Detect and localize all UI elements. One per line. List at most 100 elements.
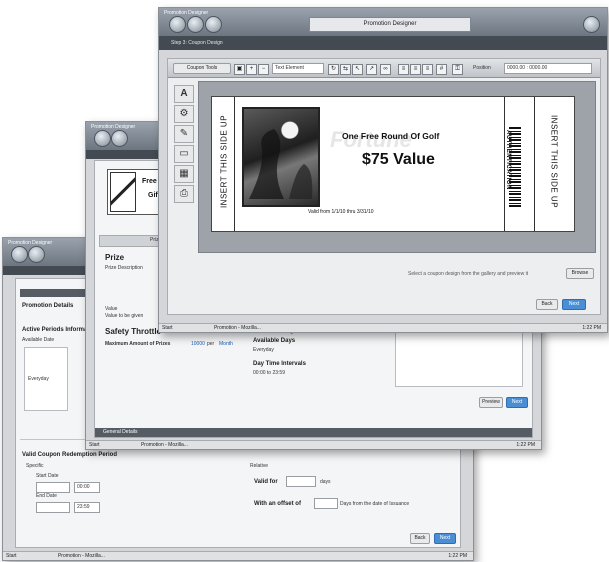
tab-promotion-details[interactable]: Promotion Details bbox=[22, 303, 73, 309]
value-note: Value to be given bbox=[105, 313, 144, 319]
clock: 1:22 PM bbox=[516, 442, 535, 448]
golf-photo bbox=[242, 107, 320, 207]
flip-icon[interactable]: ⇆ bbox=[340, 64, 351, 75]
offset-label: With an offset of bbox=[254, 501, 301, 507]
select-icon[interactable]: ↖ bbox=[352, 64, 363, 75]
start-button[interactable]: Start bbox=[89, 442, 100, 448]
redemption-period-heading: Valid Coupon Redemption Period bbox=[22, 452, 118, 458]
back-nav-icon[interactable] bbox=[94, 130, 111, 147]
back-nav-icon[interactable] bbox=[169, 16, 186, 33]
next-button[interactable]: Next bbox=[506, 397, 528, 408]
safety-per: per bbox=[207, 341, 215, 347]
element-dropdown[interactable]: Text Element bbox=[272, 63, 324, 74]
specific-radio[interactable]: Specific bbox=[26, 463, 44, 469]
print-tool-icon[interactable]: ⎙ bbox=[174, 185, 194, 203]
barcode-tool-icon[interactable]: ▦ bbox=[174, 165, 194, 183]
relative-radio[interactable]: Relative bbox=[250, 463, 268, 469]
zoom-out-icon[interactable]: − bbox=[258, 64, 269, 75]
zoom-in-icon[interactable]: + bbox=[246, 64, 257, 75]
link-icon[interactable]: ∞ bbox=[380, 64, 391, 75]
coord-field[interactable]: 0000.00 : 0000.00 bbox=[504, 63, 592, 74]
safety-unit[interactable]: Month bbox=[219, 341, 233, 347]
next-button[interactable]: Next bbox=[434, 533, 456, 544]
next-button[interactable]: Next bbox=[562, 299, 586, 310]
tools-nav-icon[interactable] bbox=[583, 16, 600, 33]
window-title: Promotion Designer bbox=[91, 124, 136, 130]
start-button[interactable]: Start bbox=[6, 553, 17, 559]
taskbar-item[interactable]: Promotion - Mozilla... bbox=[141, 442, 188, 448]
back-button[interactable]: Back bbox=[410, 533, 430, 544]
end-date-label: End Date bbox=[36, 493, 57, 499]
design-toolbar: Coupon Tools ▣ + − Text Element ↻ ⇆ ↖ ↗ … bbox=[168, 59, 600, 78]
barcode-label: AUTHENTICATION bbox=[505, 130, 511, 190]
forward-nav-icon[interactable] bbox=[28, 246, 45, 263]
align-right-icon[interactable]: ≡ bbox=[422, 64, 433, 75]
status-bar: Start Promotion - Mozilla... 1:22 PM bbox=[86, 440, 541, 449]
left-stub-text: INSERT THIS SIDE UP bbox=[219, 114, 229, 209]
clock: 1:22 PM bbox=[582, 325, 601, 331]
align-center-icon[interactable]: ≡ bbox=[410, 64, 421, 75]
start-button[interactable]: Start bbox=[162, 325, 173, 331]
align-left-icon[interactable]: ≡ bbox=[398, 64, 409, 75]
rectangle-tool-icon[interactable]: ▭ bbox=[174, 145, 194, 163]
prize-description-label: Prize Description bbox=[105, 265, 143, 271]
day-time-value: 00:00 to 23:59 bbox=[253, 370, 285, 376]
back-nav-icon[interactable] bbox=[11, 246, 28, 263]
days-label: days bbox=[320, 479, 331, 485]
safety-value[interactable]: 10000 bbox=[191, 341, 205, 347]
thumbnail-line-1: Free bbox=[142, 178, 157, 185]
golf-tree-silhouette bbox=[249, 129, 313, 199]
valid-for-label: Valid for bbox=[254, 479, 278, 485]
back-button[interactable]: Back bbox=[536, 299, 558, 310]
taskbar-item[interactable]: Promotion - Mozilla... bbox=[58, 553, 105, 559]
forward-nav-icon[interactable] bbox=[111, 130, 128, 147]
pencil-tool-icon[interactable]: ✎ bbox=[174, 125, 194, 143]
end-date-field[interactable] bbox=[36, 502, 70, 513]
offset-field[interactable] bbox=[314, 498, 338, 509]
value-label: Value bbox=[105, 306, 118, 312]
breadcrumb: Step 3: Coupon Design bbox=[171, 40, 223, 46]
menu-bar: Step 3: Coupon Design bbox=[159, 36, 607, 50]
valid-for-field[interactable] bbox=[286, 476, 316, 487]
start-time-field[interactable]: 00:00 bbox=[74, 482, 100, 493]
dialog-bottom-bar: General Details bbox=[95, 428, 532, 437]
window-title: Promotion Designer bbox=[164, 10, 209, 16]
prize-heading: Prize bbox=[105, 253, 125, 262]
forward-nav-icon[interactable] bbox=[187, 16, 204, 33]
coupon-ticket[interactable]: INSERT THIS SIDE UP Fortune One Free Rou… bbox=[211, 96, 575, 232]
coupon-headline: One Free Round Of Golf bbox=[342, 131, 440, 141]
window-coupon-design: Promotion Designer Promotion Designer St… bbox=[158, 7, 608, 333]
left-stub-border bbox=[234, 97, 235, 231]
grid-icon[interactable]: # bbox=[436, 64, 447, 75]
everyday-option[interactable]: Everyday bbox=[28, 376, 49, 382]
day-time-label: Day Time Intervals bbox=[253, 361, 306, 367]
right-stub-text: INSERT THIS SIDE UP bbox=[549, 114, 559, 209]
safety-throttle-heading: Safety Throttle bbox=[105, 327, 162, 336]
lock-icon[interactable]: ⚿ bbox=[452, 64, 463, 75]
status-bar: Start Promotion - Mozilla... 1:22 PM bbox=[159, 323, 607, 332]
refresh-nav-icon[interactable] bbox=[205, 16, 222, 33]
available-days-value: Everyday bbox=[253, 347, 274, 353]
taskbar-item[interactable]: Promotion - Mozilla... bbox=[214, 325, 261, 331]
general-details-tab[interactable]: General Details bbox=[103, 429, 137, 435]
coupon-tools-button[interactable]: Coupon Tools bbox=[173, 63, 231, 74]
start-date-field[interactable] bbox=[36, 482, 70, 493]
end-time-field[interactable]: 23:59 bbox=[74, 502, 100, 513]
screenshot-root: { "window1": { "title": "Promotion Desig… bbox=[0, 0, 609, 562]
apply-note: Select a coupon design from the gallery … bbox=[408, 271, 529, 277]
coupon-value: $75 Value bbox=[362, 151, 435, 168]
coord-label: Position bbox=[473, 65, 491, 71]
available-days-label: Available Days bbox=[253, 338, 296, 344]
preview-button[interactable]: Preview bbox=[479, 397, 503, 408]
arrow-icon[interactable]: ↗ bbox=[366, 64, 377, 75]
thumbnail-image bbox=[110, 172, 136, 212]
address-bar[interactable]: Promotion Designer bbox=[309, 17, 471, 32]
text-tool-icon[interactable]: A bbox=[174, 85, 194, 103]
clock: 1:22 PM bbox=[448, 553, 467, 559]
settings-tool-icon[interactable]: ⚙ bbox=[174, 105, 194, 123]
available-date-label: Available Date bbox=[22, 337, 55, 343]
start-date-label: Start Date bbox=[36, 473, 59, 479]
browse-button[interactable]: Browse bbox=[566, 268, 594, 279]
rotate-icon[interactable]: ↻ bbox=[328, 64, 339, 75]
image-icon[interactable]: ▣ bbox=[234, 64, 245, 75]
